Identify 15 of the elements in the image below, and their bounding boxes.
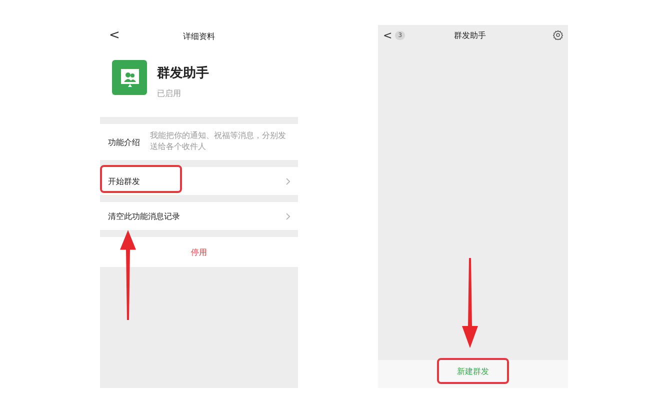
- chevron-right-icon: [286, 178, 290, 184]
- settings-icon[interactable]: [553, 30, 563, 40]
- screen-title: 群发助手: [453, 30, 488, 40]
- disable-button[interactable]: 停用: [185, 246, 213, 258]
- row-description: 我能把你的通知、祝福等消息，分别发送给各个收件人: [150, 131, 287, 153]
- back-button[interactable]: <: [383, 28, 392, 42]
- app-name: 群发助手: [157, 64, 209, 82]
- back-button[interactable]: <: [106, 28, 123, 43]
- row-label: 功能介绍: [108, 136, 140, 148]
- app-status: 已启用: [157, 88, 182, 99]
- menu-row[interactable]: 开始群发: [100, 167, 298, 195]
- chevron-right-icon: [286, 212, 290, 220]
- screen-title: 详细资料: [183, 30, 215, 42]
- group-app-icon: [112, 60, 147, 95]
- menu-row[interactable]: 清空此功能消息记录: [100, 202, 298, 230]
